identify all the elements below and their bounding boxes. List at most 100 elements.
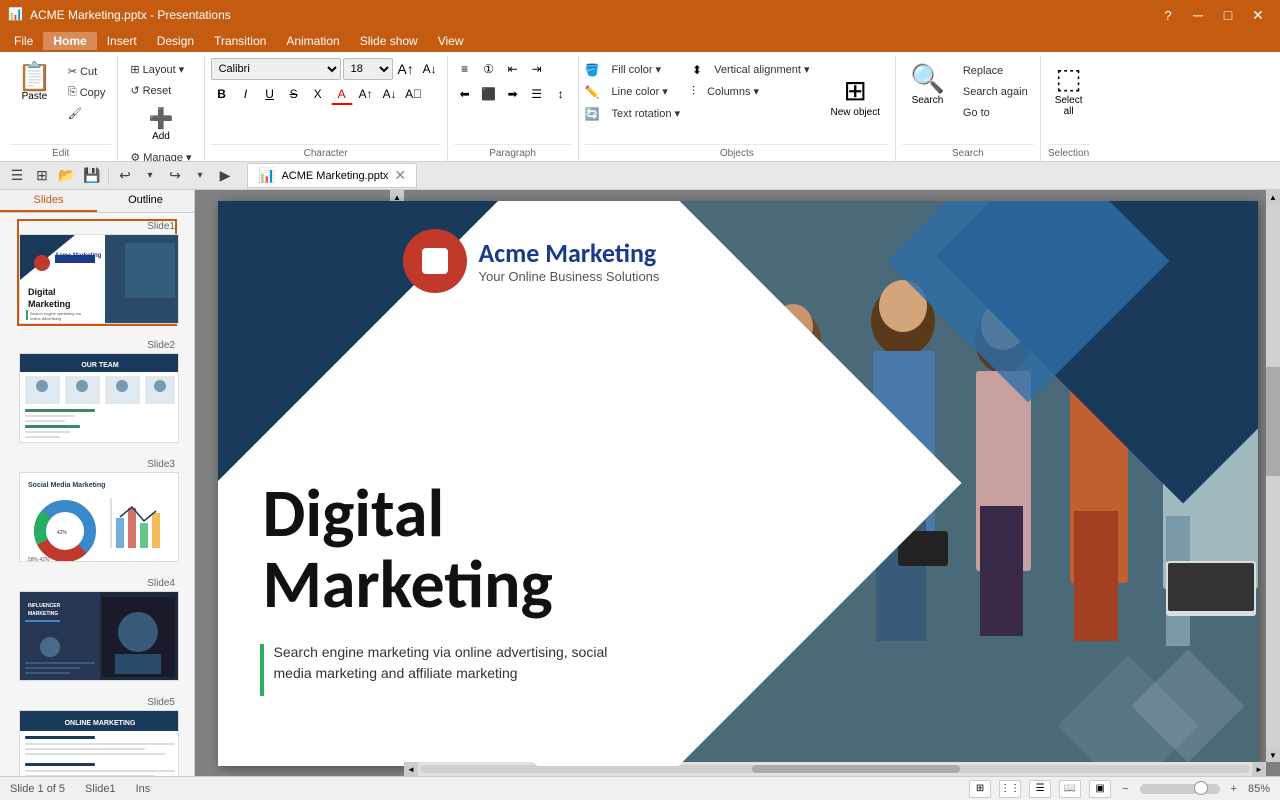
font-size-select[interactable]: 18 [343,58,393,80]
replace-button[interactable]: Replace [957,62,1034,80]
italic-button[interactable]: I [235,83,257,105]
scroll-right-button[interactable]: ► [1252,762,1266,776]
right-scrollbar[interactable]: ▲ ▼ [1266,190,1280,762]
justify-button[interactable]: ☰ [526,83,548,105]
bold-button[interactable]: B [211,83,233,105]
vertical-alignment-button[interactable]: Vertical alignment ▾ [708,60,815,79]
select-all-button[interactable]: ⬚ Selectall [1047,58,1091,121]
slides-panel: Slides Outline Slide1 Acme Marketing Dig… [0,190,195,776]
layout-button[interactable]: ⊞ Layout ▾ [124,60,197,79]
ribbon: 📋 Paste ✂ Cut ⎘ Copy 🖌 [0,52,1280,162]
minimize-button[interactable]: ─ [1184,4,1212,26]
indent-less-button[interactable]: ⇤ [502,58,524,80]
scroll-bottom-button[interactable]: ▼ [1266,748,1280,762]
menu-home[interactable]: Home [43,32,96,50]
help-button[interactable]: ? [1154,4,1182,26]
normal-view-button[interactable]: ⊞ [969,780,991,798]
go-to-button[interactable]: Go to [957,104,1034,122]
view-toggle-button[interactable]: ⊞ [31,165,53,187]
add-slide-button[interactable]: ➕ Add [124,102,197,146]
vertical-align-row: ⬍ Vertical alignment ▾ [692,60,815,79]
new-object-button[interactable]: ⊞ New object [822,58,889,133]
maximize-button[interactable]: □ [1214,4,1242,26]
menu-transition[interactable]: Transition [204,32,276,50]
menu-bar: File Home Insert Design Transition Anima… [0,30,1280,52]
clear-format-button[interactable]: A⃝ [403,83,425,105]
scroll-top-button[interactable]: ▲ [1266,190,1280,204]
align-right-button[interactable]: ➡ [502,83,524,105]
manage-button[interactable]: ⚙ Manage ▾ [124,148,197,162]
reading-view-button[interactable]: 📖 [1059,780,1081,798]
shrink-button[interactable]: A↓ [379,83,401,105]
undo-button[interactable]: ↩ [114,165,136,187]
indent-more-button[interactable]: ⇥ [526,58,548,80]
menu-animation[interactable]: Animation [276,32,349,50]
cut-button[interactable]: ✂ Cut [62,62,112,81]
reset-button[interactable]: ↺ Reset [124,81,197,100]
h-scroll-thumb [752,765,960,773]
close-button[interactable]: ✕ [1244,4,1272,26]
notes-view-button[interactable]: ☰ [1029,780,1051,798]
text-rotation-row: 🔄 Text rotation ▾ [585,104,686,123]
font-grow-button[interactable]: A↑ [395,58,417,80]
zoom-slider[interactable] [1140,784,1220,794]
slide-thumbnail-4[interactable]: Slide4 INFLUENCER MARKETING [17,576,177,683]
copy-button[interactable]: ⎘ Copy [62,83,112,102]
zoom-minus[interactable]: − [1119,783,1131,795]
columns-row: ⫶ Columns ▾ [692,82,815,101]
search-button[interactable]: 🔍 Search [902,58,953,110]
strikethrough-button[interactable]: S [283,83,305,105]
reset-icon: ↺ [130,84,139,97]
numbering-button[interactable]: ① [478,58,500,80]
svg-text:58% 42%: 58% 42% [28,557,50,562]
slides-tab[interactable]: Slides [0,190,97,212]
document-tab[interactable]: 📊 ACME Marketing.pptx ✕ [247,163,417,188]
align-left-button[interactable]: ⬅ [454,83,476,105]
slide-thumbnail-3[interactable]: Slide3 Social Media Marketing 42% 58% 42… [17,457,177,564]
underline-button[interactable]: U [259,83,281,105]
svg-text:Marketing: Marketing [28,299,71,309]
line-color-row: ✏️ Line color ▾ [585,82,686,101]
menu-insert[interactable]: Insert [97,32,147,50]
font-shrink-button[interactable]: A↓ [419,58,441,80]
shadow-button[interactable]: X [307,83,329,105]
font-color-button[interactable]: A [331,83,353,105]
svg-text:Acme Marketing: Acme Marketing [55,253,102,259]
menu-view[interactable]: View [428,32,474,50]
undo-dropdown-button[interactable]: ▾ [139,165,161,187]
zoom-slider-thumb[interactable] [1194,781,1208,795]
font-name-select[interactable]: Calibri [211,58,341,80]
search-again-button[interactable]: Search again [957,83,1034,101]
menu-slideshow[interactable]: Slide show [350,32,428,50]
menu-button[interactable]: ☰ [6,165,28,187]
slide-thumbnail-5[interactable]: Slide5 ONLINE MARKETING [17,695,177,776]
redo-button[interactable]: ↪ [164,165,186,187]
presenter-view-button[interactable]: ▣ [1089,780,1111,798]
fill-color-button[interactable]: Fill color ▾ [606,60,668,79]
columns-button[interactable]: Columns ▾ [701,82,765,101]
play-button[interactable]: ▶ [214,165,236,187]
slide-thumbnail-1[interactable]: Slide1 Acme Marketing Digital Marketing … [17,219,177,326]
slide-thumbnail-2[interactable]: Slide2 OUR TEAM [17,338,177,445]
grow-button[interactable]: A↑ [355,83,377,105]
align-center-button[interactable]: ⬛ [478,83,500,105]
paste-button[interactable]: 📋 Paste [10,58,59,107]
redo-dropdown-button[interactable]: ▾ [189,165,211,187]
svg-text:Digital: Digital [28,287,56,297]
outline-tab[interactable]: Outline [97,190,194,212]
bullets-button[interactable]: ≡ [454,58,476,80]
scroll-left-button[interactable]: ◄ [404,762,418,776]
save-button[interactable]: 💾 [81,165,103,187]
zoom-plus[interactable]: + [1228,783,1240,795]
line-color-button[interactable]: Line color ▾ [606,82,674,101]
menu-design[interactable]: Design [147,32,204,50]
menu-file[interactable]: File [4,32,43,50]
open-button[interactable]: 📂 [56,165,78,187]
tab-close-button[interactable]: ✕ [394,167,406,184]
slide-sorter-button[interactable]: ⋮⋮ [999,780,1021,798]
line-spacing-button[interactable]: ↕ [550,83,572,105]
format-painter-button[interactable]: 🖌 [62,104,112,123]
canvas-area[interactable]: ▲ ▼ [195,190,1280,776]
v-scroll-thumb [1266,367,1280,476]
text-rotation-button[interactable]: Text rotation ▾ [606,104,687,123]
